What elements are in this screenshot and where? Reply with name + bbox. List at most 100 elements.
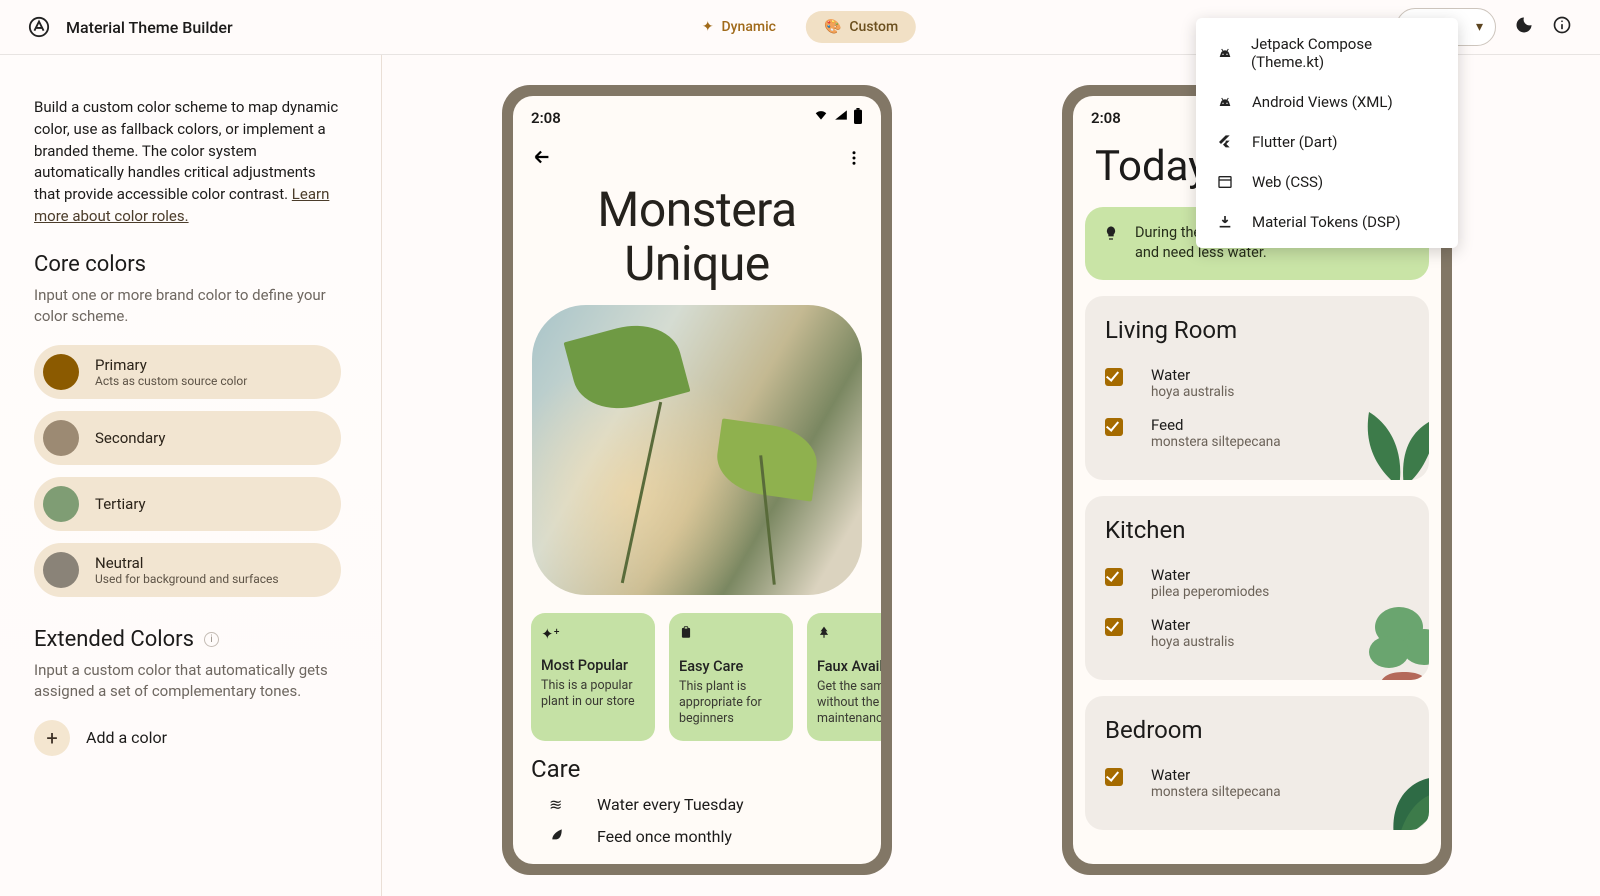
export-compose[interactable]: Jetpack Compose (Theme.kt) [1196,24,1458,82]
dark-mode-icon[interactable] [1514,15,1534,40]
card-sub: This is a popular plant in our store [541,678,645,711]
export-label: Web (CSS) [1252,173,1323,191]
export-label: Android Views (XML) [1252,93,1393,111]
back-icon[interactable] [531,146,553,173]
android-icon [1216,45,1233,61]
room-title: Living Room [1105,316,1409,344]
core-colors-sub: Input one or more brand color to define … [34,285,341,327]
feature-cards: ✦⁺ Most Popular This is a popular plant … [513,595,881,742]
card-title: Easy Care [679,658,783,675]
card-sub: Get the same look without the maintenanc… [817,679,881,728]
tertiary-swatch [43,486,79,522]
add-color-button[interactable]: + Add a color [34,720,341,756]
checkbox-icon[interactable] [1105,568,1123,586]
export-label: Flutter (Dart) [1252,133,1338,151]
room-living: Living Room Water hoya australis Feed mo… [1085,296,1429,480]
color-label: Neutral [95,554,279,572]
room-title: Kitchen [1105,516,1409,544]
care-label: Feed once monthly [597,827,732,846]
color-tertiary[interactable]: Tertiary [34,477,341,531]
plus-icon: + [34,720,70,756]
app-title: Material Theme Builder [66,18,233,37]
core-colors-title: Core colors [34,252,341,277]
hero-image [532,305,862,595]
color-sub: Acts as custom source color [95,374,247,388]
care-row-water: ≋ Water every Tuesday [513,789,881,820]
secondary-swatch [43,420,79,456]
care-row-feed: Feed once monthly [513,820,881,852]
checkbox-icon[interactable] [1105,618,1123,636]
task-action: Water [1151,566,1269,584]
flutter-icon [1216,134,1234,150]
export-web[interactable]: Web (CSS) [1196,162,1458,202]
tab-dynamic-label: Dynamic [722,19,776,35]
color-label: Tertiary [95,495,146,513]
task-plant: hoya australis [1151,634,1234,650]
signal-icon [833,108,849,128]
sidebar: Build a custom color scheme to map dynam… [0,55,382,896]
task-action: Feed [1151,416,1281,434]
status-time: 2:08 [1091,109,1121,127]
export-label: Material Tokens (DSP) [1252,213,1401,231]
info-small-icon[interactable]: i [204,632,219,647]
extended-colors-sub: Input a custom color that automatically … [34,660,341,702]
intro-text: Build a custom color scheme to map dynam… [34,97,341,228]
card-title: Most Popular [541,657,645,674]
color-label: Secondary [95,429,165,447]
waves-icon: ≋ [549,795,567,814]
info-icon[interactable] [1552,15,1572,40]
tab-custom[interactable]: 🎨 Custom [806,11,916,43]
task-action: Water [1151,766,1281,784]
more-icon[interactable] [845,148,863,172]
task-plant: monstera siltepecana [1151,434,1281,450]
android-icon [1216,94,1234,110]
app-logo-icon [28,16,50,38]
color-sub: Used for background and surfaces [95,572,279,586]
sparkles-icon: ✦⁺ [541,625,645,643]
mode-tabs: ✦ Dynamic 🎨 Custom [684,11,916,43]
extended-colors-title: Extended Colors [34,627,194,652]
card-sub: This plant is appropriate for beginners [679,679,783,728]
export-label: Jetpack Compose (Theme.kt) [1251,35,1438,71]
battery-icon [853,108,863,128]
plant-illustration-icon [1339,592,1429,680]
card-faux[interactable]: Faux Available Get the same look without… [807,613,881,742]
card-popular[interactable]: ✦⁺ Most Popular This is a popular plant … [531,613,655,742]
plant-illustration-icon [1339,742,1429,830]
room-kitchen: Kitchen Water pilea peperomiodes Water h… [1085,496,1429,680]
sparkle-icon: ✦ [702,19,714,35]
export-menu: Jetpack Compose (Theme.kt) Android Views… [1196,18,1458,248]
tab-custom-label: Custom [849,19,898,35]
status-bar: 2:08 [513,96,881,128]
add-color-label: Add a color [86,728,167,747]
task-plant: monstera siltepecana [1151,784,1281,800]
leaf-icon [549,826,567,846]
clipboard-icon [679,625,783,644]
color-neutral[interactable]: Neutral Used for background and surfaces [34,543,341,597]
app-header: Material Theme Builder ✦ Dynamic 🎨 Custo… [0,0,1600,55]
care-heading: Care [513,741,881,789]
bulb-icon [1103,225,1119,264]
tree-icon [817,625,881,644]
checkbox-icon[interactable] [1105,768,1123,786]
neutral-swatch [43,552,79,588]
tab-dynamic[interactable]: ✦ Dynamic [684,11,794,43]
card-easy-care[interactable]: Easy Care This plant is appropriate for … [669,613,793,742]
chevron-down-icon: ▾ [1476,19,1483,35]
room-title: Bedroom [1105,716,1409,744]
color-secondary[interactable]: Secondary [34,411,341,465]
export-flutter[interactable]: Flutter (Dart) [1196,122,1458,162]
task-plant: pilea peperomiodes [1151,584,1269,600]
room-bedroom: Bedroom Water monstera siltepecana [1085,696,1429,830]
task-action: Water [1151,366,1234,384]
card-title: Faux Available [817,658,881,675]
status-time: 2:08 [531,109,561,127]
export-android-views[interactable]: Android Views (XML) [1196,82,1458,122]
phone-mock-1: 2:08 Monstera Unique [502,85,892,875]
color-primary[interactable]: Primary Acts as custom source color [34,345,341,399]
checkbox-icon[interactable] [1105,368,1123,386]
plant-illustration-icon [1339,392,1429,480]
care-label: Water every Tuesday [597,795,744,814]
export-tokens[interactable]: Material Tokens (DSP) [1196,202,1458,242]
checkbox-icon[interactable] [1105,418,1123,436]
